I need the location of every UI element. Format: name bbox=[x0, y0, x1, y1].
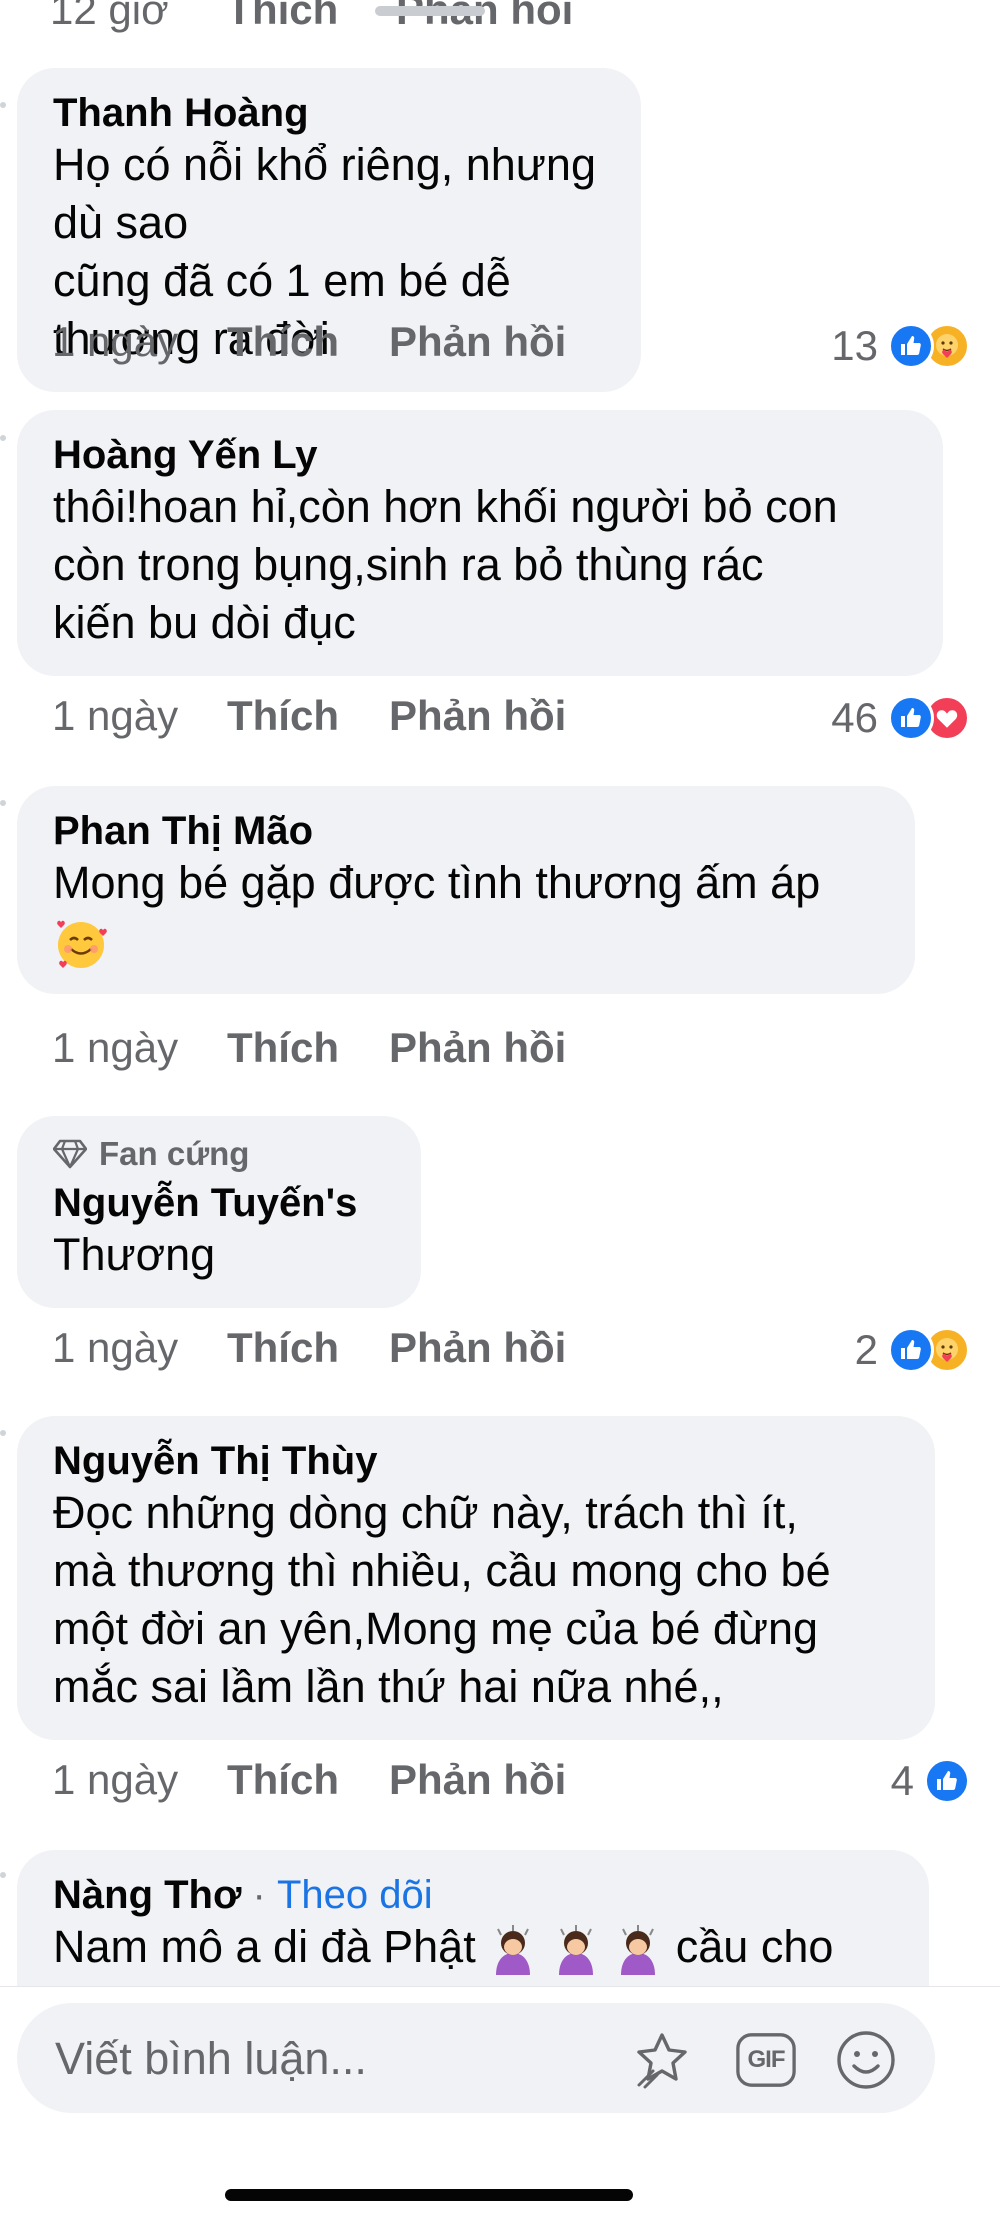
comment-text: Nam mô a di đà Phật cầu cho bbox=[53, 1918, 893, 1976]
reply-link[interactable]: Phản hồi bbox=[396, 0, 573, 33]
like-link[interactable]: Thích bbox=[227, 692, 389, 740]
comment-composer-bar: GIF bbox=[0, 1986, 1000, 2221]
comment-line: còn trong bụng,sinh ra bỏ thùng rác bbox=[53, 539, 764, 590]
comment-thread: 12 giờ Thích Phản hồi Thanh Hoàng Họ có … bbox=[0, 0, 1000, 2221]
comment-meta: 1 ngày Thích Phản hồi bbox=[52, 318, 566, 366]
smiling-face-with-hearts-emoji bbox=[53, 912, 879, 970]
comment-time: 1 ngày bbox=[52, 1024, 179, 1071]
sticker-icon[interactable] bbox=[631, 2029, 693, 2091]
comment-meta: 1 ngày Thích Phản hồi bbox=[52, 1324, 566, 1372]
like-icon bbox=[924, 1758, 970, 1804]
comment-bubble: Phan Thị Mão Mong bé gặp được tình thươn… bbox=[17, 786, 915, 994]
comment-bubble: Fan cứng Nguyễn Tuyến's Thương bbox=[17, 1116, 421, 1308]
previous-comment-meta: 12 giờ Thích Phản hồi bbox=[50, 0, 619, 46]
comment-author[interactable]: Hoàng Yến Ly bbox=[53, 432, 907, 478]
comment-text: thôi!hoan hỉ,còn hơn khối người bỏ con c… bbox=[53, 478, 907, 652]
like-link[interactable]: Thích bbox=[227, 1756, 389, 1804]
avatar[interactable] bbox=[0, 800, 6, 806]
comment-line: một đời an yên,Mong mẹ của bé đừng bbox=[53, 1603, 819, 1654]
home-indicator[interactable] bbox=[225, 2189, 633, 2201]
reaction-count: 46 bbox=[831, 694, 878, 741]
reaction-summary[interactable]: 4 bbox=[891, 1757, 970, 1805]
reaction-summary[interactable]: 46 bbox=[831, 694, 970, 742]
comment-meta: 1 ngày Thích Phản hồi bbox=[52, 692, 566, 740]
avatar[interactable] bbox=[0, 1430, 6, 1436]
comment-input[interactable] bbox=[53, 2025, 617, 2093]
scroll-grip[interactable] bbox=[375, 6, 485, 16]
comment-composer[interactable]: GIF bbox=[17, 2003, 935, 2113]
fan-badge: Fan cứng bbox=[53, 1134, 385, 1174]
like-icon bbox=[888, 1327, 934, 1373]
gif-icon[interactable]: GIF bbox=[735, 2029, 797, 2091]
comment-bubble: Hoàng Yến Ly thôi!hoan hỉ,còn hơn khối n… bbox=[17, 410, 943, 676]
diamond-icon bbox=[53, 1139, 87, 1169]
avatar[interactable] bbox=[0, 435, 6, 441]
like-link[interactable]: Thích bbox=[227, 318, 389, 366]
comment-line: Họ có nỗi khổ riêng, nhưng dù sao bbox=[53, 139, 596, 248]
comment-author[interactable]: Nàng Thơ bbox=[53, 1873, 241, 1917]
like-icon bbox=[888, 323, 934, 369]
comment-line: Mong bé gặp được tình thương ấm áp bbox=[53, 857, 821, 908]
emoji-icon[interactable] bbox=[835, 2029, 897, 2091]
gif-label: GIF bbox=[747, 2046, 786, 2073]
comment-line-start: Nam mô a di đà Phật bbox=[53, 1921, 476, 1972]
comment-line: mà thương thì nhiều, cầu mong cho bé bbox=[53, 1545, 831, 1596]
separator: · bbox=[252, 1873, 266, 1917]
comment-time: 1 ngày bbox=[52, 692, 179, 739]
comment-meta: 1 ngày Thích Phản hồi bbox=[52, 1024, 566, 1072]
comment-text: Thương bbox=[53, 1226, 385, 1284]
comment-time: 1 ngày bbox=[52, 1756, 179, 1803]
comment-line: kiến bu dòi đục bbox=[53, 597, 356, 648]
bowing-woman-emoji bbox=[551, 1921, 614, 1976]
comment-line: thôi!hoan hỉ,còn hơn khối người bỏ con bbox=[53, 481, 838, 532]
comment-text: Mong bé gặp được tình thương ấm áp bbox=[53, 854, 879, 970]
like-link[interactable]: Thích bbox=[227, 1324, 389, 1372]
reply-link[interactable]: Phản hồi bbox=[389, 1756, 566, 1804]
comment-time: 1 ngày bbox=[52, 318, 179, 365]
comment-meta: 1 ngày Thích Phản hồi bbox=[52, 1756, 566, 1804]
comment-line: Thương bbox=[53, 1229, 216, 1280]
reply-link[interactable]: Phản hồi bbox=[389, 692, 566, 740]
comment-time: 12 giờ bbox=[50, 0, 169, 33]
comment-author[interactable]: Nguyễn Thị Thùy bbox=[53, 1438, 899, 1484]
comment-line: Đọc những dòng chữ này, trách thì ít, bbox=[53, 1487, 798, 1538]
avatar[interactable] bbox=[0, 1872, 6, 1878]
comment-time: 1 ngày bbox=[52, 1324, 179, 1371]
reply-link[interactable]: Phản hồi bbox=[389, 1024, 566, 1072]
reply-link[interactable]: Phản hồi bbox=[389, 318, 566, 366]
avatar[interactable] bbox=[0, 102, 6, 108]
comment-author[interactable]: Thanh Hoàng bbox=[53, 90, 605, 136]
reply-link[interactable]: Phản hồi bbox=[389, 1324, 566, 1372]
comment-line-end: cầu cho bbox=[675, 1921, 834, 1972]
reaction-count: 2 bbox=[854, 1326, 878, 1373]
like-link[interactable]: Thích bbox=[226, 0, 338, 33]
comment-line: mắc sai lầm lần thứ hai nữa nhé,, bbox=[53, 1661, 724, 1712]
comment-bubble: Nguyễn Thị Thùy Đọc những dòng chữ này, … bbox=[17, 1416, 935, 1740]
comment-author[interactable]: Nguyễn Tuyến's bbox=[53, 1180, 385, 1226]
comment-author[interactable]: Phan Thị Mão bbox=[53, 808, 879, 854]
reaction-summary[interactable]: 2 bbox=[855, 1326, 970, 1374]
comment-text: Đọc những dòng chữ này, trách thì ít, mà… bbox=[53, 1484, 899, 1716]
reaction-summary[interactable]: 13 bbox=[831, 322, 970, 370]
reaction-count: 4 bbox=[890, 1757, 914, 1804]
comment-author-row: Nàng Thơ · Theo dõi bbox=[53, 1872, 893, 1918]
like-icon bbox=[888, 695, 934, 741]
bowing-woman-emoji bbox=[488, 1921, 551, 1976]
like-link[interactable]: Thích bbox=[227, 1024, 389, 1072]
fan-badge-label: Fan cứng bbox=[99, 1135, 250, 1172]
reaction-count: 13 bbox=[831, 322, 878, 369]
follow-link[interactable]: Theo dõi bbox=[277, 1873, 433, 1917]
bowing-woman-emoji bbox=[613, 1921, 676, 1976]
